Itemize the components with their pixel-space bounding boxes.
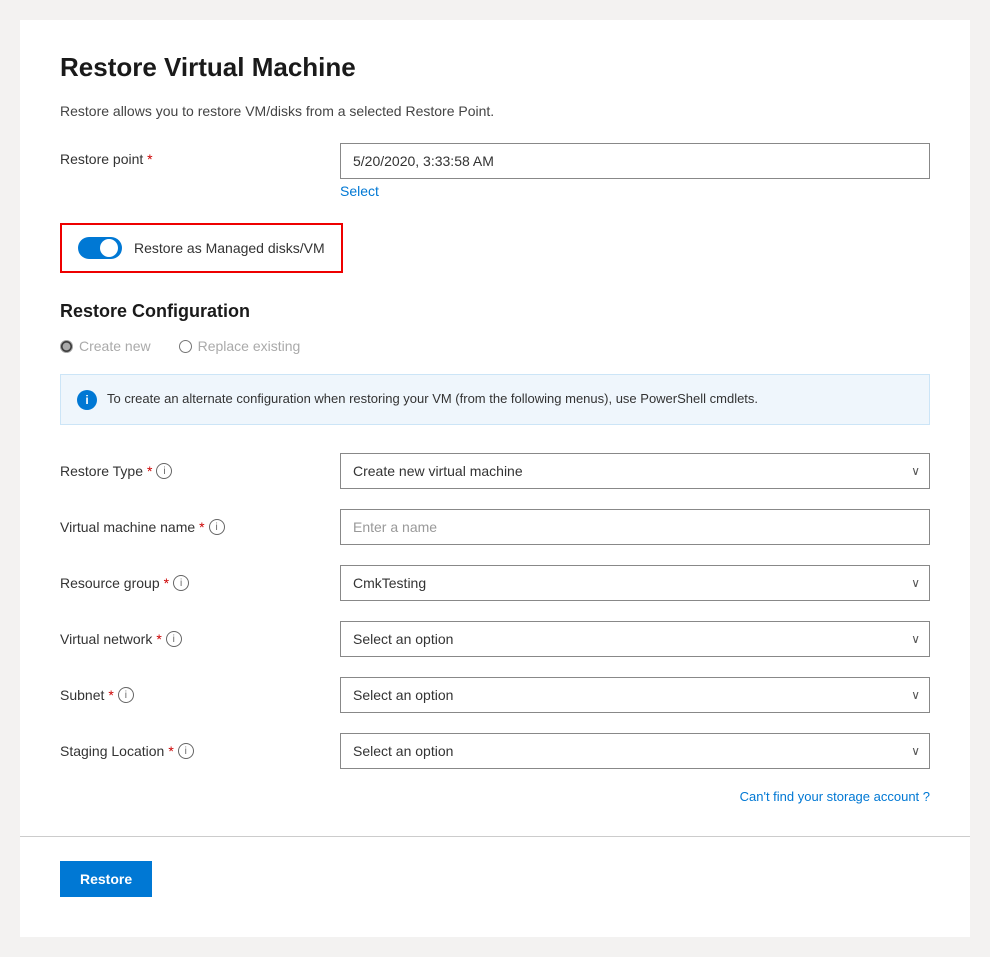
field-row-restore-type: Restore Type *iCreate new virtual machin… [60, 453, 930, 489]
select-staging-location[interactable]: Select an option [340, 733, 930, 769]
required-star: * [147, 151, 152, 167]
page-title: Restore Virtual Machine [60, 52, 930, 83]
control-staging-location: Select an option∨ [340, 733, 930, 769]
section-title: Restore Configuration [60, 301, 930, 322]
select-resource-group[interactable]: CmkTesting [340, 565, 930, 601]
restore-point-label: Restore point * [60, 143, 340, 167]
radio-create-new[interactable]: Create new [60, 338, 151, 354]
page-container: Restore Virtual Machine Restore allows y… [20, 20, 970, 937]
radio-replace-existing-label: Replace existing [198, 338, 301, 354]
control-virtual-network: Select an option∨ [340, 621, 930, 657]
label-virtual-network: Virtual network *i [60, 631, 340, 647]
control-resource-group: CmkTesting∨ [340, 565, 930, 601]
label-vm-name: Virtual machine name *i [60, 519, 340, 535]
info-banner: i To create an alternate configuration w… [60, 374, 930, 425]
radio-create-new-label: Create new [79, 338, 151, 354]
info-circle-icon: i [77, 390, 97, 410]
restore-button[interactable]: Restore [60, 861, 152, 897]
select-wrapper-resource-group: CmkTesting∨ [340, 565, 930, 601]
field-row-staging-location: Staging Location *iSelect an option∨ [60, 733, 930, 769]
restore-point-control: 5/20/2020, 3:33:58 AM Select [340, 143, 930, 199]
restore-point-value: 5/20/2020, 3:33:58 AM [340, 143, 930, 179]
input-vm-name[interactable] [340, 509, 930, 545]
toggle-switch[interactable] [78, 237, 122, 259]
select-wrapper-restore-type: Create new virtual machine∨ [340, 453, 930, 489]
select-restore-point-link[interactable]: Select [340, 183, 930, 199]
radio-group: Create new Replace existing [60, 338, 930, 354]
info-banner-text: To create an alternate configuration whe… [107, 389, 758, 409]
control-subnet: Select an option∨ [340, 677, 930, 713]
radio-replace-existing[interactable]: Replace existing [179, 338, 301, 354]
toggle-slider [78, 237, 122, 259]
toggle-section[interactable]: Restore as Managed disks/VM [60, 223, 343, 273]
radio-replace-existing-input[interactable] [179, 340, 192, 353]
select-wrapper-virtual-network: Select an option∨ [340, 621, 930, 657]
info-icon-subnet[interactable]: i [118, 687, 134, 703]
select-wrapper-subnet: Select an option∨ [340, 677, 930, 713]
field-row-resource-group: Resource group *iCmkTesting∨ [60, 565, 930, 601]
info-icon-resource-group[interactable]: i [173, 575, 189, 591]
page-description: Restore allows you to restore VM/disks f… [60, 103, 930, 119]
restore-configuration-section: Restore Configuration Create new Replace… [60, 301, 930, 804]
bottom-divider [20, 836, 970, 837]
cant-find-storage-link[interactable]: Can't find your storage account ? [740, 789, 930, 804]
fields-container: Restore Type *iCreate new virtual machin… [60, 453, 930, 769]
toggle-label: Restore as Managed disks/VM [134, 240, 325, 256]
field-row-subnet: Subnet *iSelect an option∨ [60, 677, 930, 713]
info-icon-vm-name[interactable]: i [209, 519, 225, 535]
label-staging-location: Staging Location *i [60, 743, 340, 759]
control-restore-type: Create new virtual machine∨ [340, 453, 930, 489]
label-subnet: Subnet *i [60, 687, 340, 703]
control-vm-name [340, 509, 930, 545]
select-subnet[interactable]: Select an option [340, 677, 930, 713]
field-row-virtual-network: Virtual network *iSelect an option∨ [60, 621, 930, 657]
label-resource-group: Resource group *i [60, 575, 340, 591]
info-icon-restore-type[interactable]: i [156, 463, 172, 479]
select-virtual-network[interactable]: Select an option [340, 621, 930, 657]
cant-find-link-container: Can't find your storage account ? [60, 789, 930, 804]
select-restore-type[interactable]: Create new virtual machine [340, 453, 930, 489]
select-wrapper-staging-location: Select an option∨ [340, 733, 930, 769]
restore-point-row: Restore point * 5/20/2020, 3:33:58 AM Se… [60, 143, 930, 199]
label-restore-type: Restore Type *i [60, 463, 340, 479]
info-icon-staging-location[interactable]: i [178, 743, 194, 759]
info-icon-virtual-network[interactable]: i [166, 631, 182, 647]
field-row-vm-name: Virtual machine name *i [60, 509, 930, 545]
radio-create-new-input[interactable] [60, 340, 73, 353]
